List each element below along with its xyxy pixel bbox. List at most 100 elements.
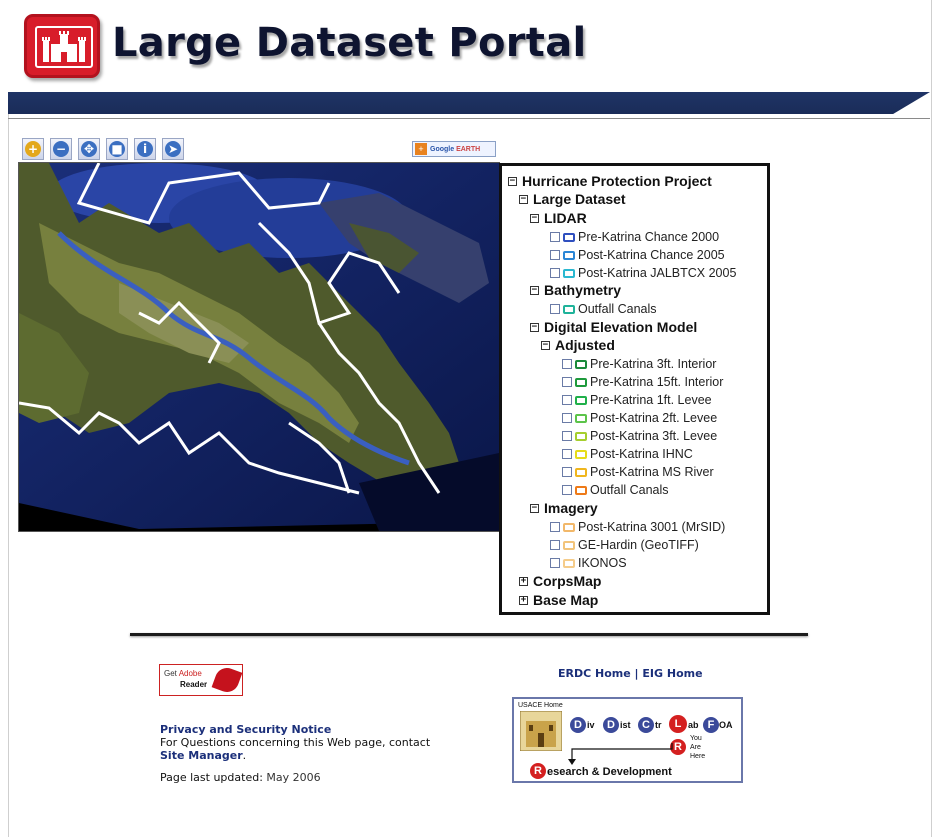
layer-item[interactable]: Post-Katrina 3ft. Levee: [562, 429, 717, 443]
map-toolbar: + − ✥ ■ i ➤: [22, 138, 184, 162]
tree-corpsmap[interactable]: + CorpsMap: [519, 573, 601, 589]
google-earth-icon: +: [415, 143, 427, 155]
layer-label: Outfall Canals: [578, 302, 657, 316]
foa-circle[interactable]: F: [703, 717, 719, 733]
org-navigation-graphic[interactable]: USACE Home D iv D ist C tr L ab F OA R Y…: [512, 697, 743, 783]
collapse-icon[interactable]: −: [530, 213, 539, 223]
layer-checkbox[interactable]: [550, 558, 560, 568]
layer-item[interactable]: Outfall Canals: [550, 302, 657, 316]
research-circle[interactable]: R: [530, 763, 546, 779]
eig-home-link[interactable]: EIG Home: [642, 667, 702, 680]
layer-checkbox[interactable]: [562, 413, 572, 423]
privacy-link[interactable]: Privacy and Security Notice: [160, 723, 331, 736]
tree-bathymetry[interactable]: − Bathymetry: [530, 282, 621, 298]
collapse-icon[interactable]: −: [530, 322, 539, 332]
layer-checkbox[interactable]: [562, 395, 572, 405]
layer-checkbox[interactable]: [562, 449, 572, 459]
layer-checkbox[interactable]: [562, 467, 572, 477]
tree-large-dataset[interactable]: − Large Dataset: [519, 191, 626, 207]
dist-circle[interactable]: D: [603, 717, 619, 733]
layer-item[interactable]: Post-Katrina MS River: [562, 465, 714, 479]
lab-circle[interactable]: L: [669, 715, 687, 733]
layer-color-swatch: [563, 522, 575, 532]
layer-label: GE-Hardin (GeoTIFF): [578, 538, 699, 552]
layer-item[interactable]: Post-Katrina 3001 (MrSID): [550, 520, 725, 534]
tree-root[interactable]: − Hurricane Protection Project: [508, 173, 712, 189]
collapse-icon[interactable]: −: [530, 503, 539, 513]
satellite-image: [19, 163, 499, 531]
layer-item[interactable]: Post-Katrina 2ft. Levee: [562, 411, 717, 425]
layer-item[interactable]: Pre-Katrina 1ft. Levee: [562, 393, 712, 407]
div-circle[interactable]: D: [570, 717, 586, 733]
adobe-brand-label: Adobe: [178, 669, 202, 678]
layer-item[interactable]: Pre-Katrina Chance 2000: [550, 230, 719, 244]
footer-notice: Privacy and Security Notice For Question…: [160, 723, 431, 784]
layer-item[interactable]: Post-Katrina Chance 2005: [550, 248, 725, 262]
footer-divider: [130, 633, 808, 636]
google-earth-label: Google: [430, 145, 455, 153]
expand-icon[interactable]: +: [519, 576, 528, 586]
layer-checkbox[interactable]: [562, 485, 572, 495]
layer-label: Post-Katrina 3001 (MrSID): [578, 520, 726, 534]
layer-item[interactable]: IKONOS: [550, 556, 627, 570]
layer-item[interactable]: Outfall Canals: [562, 483, 669, 497]
layer-color-swatch: [563, 268, 575, 278]
usace-home-label[interactable]: USACE Home: [518, 702, 563, 709]
layer-item[interactable]: Pre-Katrina 15ft. Interior: [562, 375, 723, 389]
map-view[interactable]: [18, 162, 500, 532]
layer-checkbox[interactable]: [550, 232, 560, 242]
layer-label: Post-Katrina MS River: [590, 465, 714, 479]
layer-label: Pre-Katrina 1ft. Levee: [590, 393, 712, 407]
info-tool[interactable]: i: [134, 138, 156, 160]
full-extent-icon: ■: [109, 141, 125, 157]
layer-color-swatch: [563, 304, 575, 314]
layer-color-swatch: [563, 540, 575, 550]
layer-item[interactable]: Post-Katrina JALBTCX 2005: [550, 266, 736, 280]
google-earth-button[interactable]: + Google EARTH: [412, 141, 496, 157]
castle-icon[interactable]: [24, 14, 100, 78]
zoom-out-tool[interactable]: −: [50, 138, 72, 160]
collapse-icon[interactable]: −: [508, 176, 517, 186]
layer-item[interactable]: Pre-Katrina 3ft. Interior: [562, 357, 716, 371]
layer-color-swatch: [563, 250, 575, 260]
layer-checkbox[interactable]: [550, 522, 560, 532]
layer-color-swatch: [575, 359, 587, 369]
collapse-icon[interactable]: −: [530, 285, 539, 295]
layer-item[interactable]: Post-Katrina IHNC: [562, 447, 693, 461]
layer-checkbox[interactable]: [550, 268, 560, 278]
layer-checkbox[interactable]: [562, 431, 572, 441]
tree-basemap[interactable]: + Base Map: [519, 592, 598, 608]
layer-checkbox[interactable]: [550, 250, 560, 260]
layer-checkbox[interactable]: [562, 377, 572, 387]
layer-checkbox[interactable]: [562, 359, 572, 369]
tree-dem[interactable]: − Digital Elevation Model: [530, 319, 697, 335]
pan-tool[interactable]: ✥: [78, 138, 100, 160]
expand-icon[interactable]: +: [519, 595, 528, 605]
tree-adjusted[interactable]: − Adjusted: [541, 337, 615, 353]
layer-label: Post-Katrina JALBTCX 2005: [578, 266, 737, 280]
layer-checkbox[interactable]: [550, 540, 560, 550]
full-extent-tool[interactable]: ■: [106, 138, 128, 160]
layer-label: Post-Katrina 3ft. Levee: [590, 429, 718, 443]
header-band: [8, 92, 930, 119]
layer-color-swatch: [563, 558, 575, 568]
erdc-home-link[interactable]: ERDC Home: [558, 667, 631, 680]
layer-color-swatch: [575, 449, 587, 459]
get-adobe-reader-button[interactable]: Get Adobe Reader: [159, 664, 243, 696]
tree-lidar[interactable]: − LIDAR: [530, 210, 587, 226]
layer-color-swatch: [575, 377, 587, 387]
layer-item[interactable]: GE-Hardin (GeoTIFF): [550, 538, 699, 552]
tree-imagery[interactable]: − Imagery: [530, 500, 598, 516]
adobe-get-label: Get: [164, 669, 177, 678]
zoom-in-tool[interactable]: +: [22, 138, 44, 160]
adobe-logo-icon: [211, 664, 243, 696]
layer-label: IKONOS: [578, 556, 627, 570]
collapse-icon[interactable]: −: [541, 340, 550, 350]
layer-checkbox[interactable]: [550, 304, 560, 314]
layer-color-swatch: [563, 232, 575, 242]
select-pointer-tool[interactable]: ➤: [162, 138, 184, 160]
collapse-icon[interactable]: −: [519, 194, 528, 204]
select-pointer-icon: ➤: [165, 141, 181, 157]
ctr-circle[interactable]: C: [638, 717, 654, 733]
site-manager-link[interactable]: Site Manager: [160, 749, 243, 762]
